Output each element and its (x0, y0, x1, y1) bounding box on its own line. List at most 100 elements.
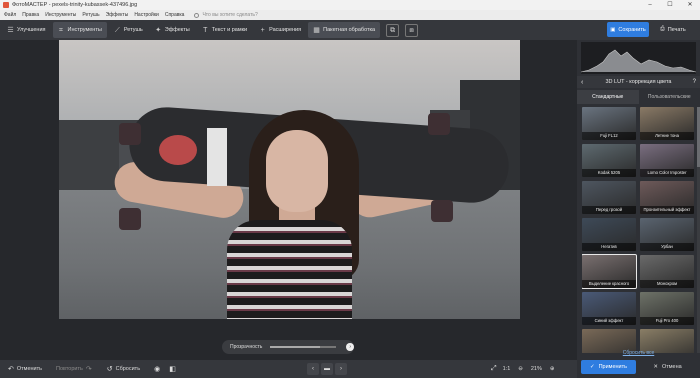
zoom-value: 21% (530, 366, 542, 372)
menu-help[interactable]: Справка (165, 10, 185, 20)
print-label: Печать (667, 26, 686, 33)
histogram-graph (581, 49, 696, 73)
lut-item-label: Монохром (640, 280, 694, 288)
lut-item-label: Негатив (582, 243, 636, 251)
menu-edit[interactable]: Правка (22, 10, 39, 20)
menu-search[interactable]: Что вы хотите сделать? (194, 10, 258, 20)
main-toolbar: ☰ Улучшения ⌗ Инструменты ⟋ Ретушь ✦ Эфф… (0, 20, 700, 40)
lut-item[interactable]: Kodak 5205 (582, 144, 636, 177)
folder-button[interactable]: ▬ (321, 363, 333, 375)
brush-icon: ⟋ (114, 26, 120, 34)
undo-icon: ↶ (8, 366, 14, 373)
preview-eye-icon[interactable]: ◉ (154, 365, 163, 373)
lut-item[interactable]: Пронзительный эффект (640, 181, 694, 214)
menu-settings[interactable]: Настройки (134, 10, 159, 20)
redo-button[interactable]: Повторить ↷ (56, 365, 95, 373)
photo-wheel-1 (119, 123, 141, 145)
opacity-toggle-icon[interactable]: › (346, 343, 354, 351)
photo-face (266, 130, 328, 212)
next-image-button[interactable]: › (335, 363, 347, 375)
ratio-button[interactable]: 1:1 (503, 366, 511, 372)
menu-effects[interactable]: Эффекты (106, 10, 129, 20)
cancel-button[interactable]: ✕ Отмена (640, 360, 695, 374)
lut-item[interactable]: Негатив (582, 218, 636, 251)
tab-standard[interactable]: Стандартные (577, 90, 639, 104)
panel-title: 3D LUT - коррекция цвета (605, 79, 672, 85)
apply-button[interactable]: ✓ Применить (581, 360, 636, 374)
zoom-controls: ⤢ 1:1 ⊖ 21% ⊕ (491, 360, 555, 378)
batch-icon: ▦ (313, 26, 320, 34)
menu-file[interactable]: Файл (4, 10, 16, 20)
effects-tab[interactable]: ✦ Эффекты (150, 22, 195, 38)
help-icon[interactable]: ? (693, 79, 696, 85)
retouch-tab[interactable]: ⟋ Ретушь (109, 22, 148, 38)
sliders-icon: ☰ (7, 26, 14, 34)
lut-tabs: Стандартные Пользовательские (577, 90, 700, 104)
print-button[interactable]: ⎙ Печать (654, 22, 692, 37)
text-frames-tab[interactable]: T Текст и рамки (197, 22, 252, 38)
tab-custom[interactable]: Пользовательские (639, 90, 700, 104)
history-icon[interactable]: ⧈ (405, 23, 419, 37)
photo-sticker-exit (207, 128, 227, 186)
window-title: ФотоМАСТЕР - pexels-trinity-kubassek-437… (12, 2, 138, 8)
lut-item[interactable]: Fuji Pro 400 (640, 292, 694, 325)
lut-item[interactable]: Выделение красного (582, 254, 637, 289)
photo-wheel-4 (431, 200, 453, 222)
close-x-icon: ✕ (653, 364, 658, 370)
minimize-button[interactable]: – (640, 0, 660, 10)
lut-item[interactable]: Синий эффект (582, 292, 636, 325)
fit-screen-icon[interactable]: ⤢ (491, 365, 497, 373)
lut-grid: Fuji FL12 Летние тона Kodak 5205 Lomo Color… (582, 107, 696, 353)
lut-item[interactable]: Монохром (640, 255, 694, 288)
tools-tab-label: Инструменты (67, 27, 102, 33)
eye-icon: ◉ (154, 366, 161, 373)
reset-all-link[interactable]: Сбросить все (577, 350, 700, 358)
undo-button[interactable]: ↶ Отменить (8, 365, 42, 373)
save-icon: ▣ (610, 26, 616, 33)
zoom-in-icon[interactable]: ⊕ (550, 366, 555, 372)
opacity-control: Прозрачность › (222, 340, 354, 354)
reset-button[interactable]: ↺ Сбросить (107, 365, 140, 373)
batch-tab-label: Пакетная обработка (323, 27, 376, 33)
magic-wand-icon: ✦ (155, 26, 162, 34)
check-icon: ✓ (589, 364, 595, 370)
lut-item[interactable]: Перед грозой (582, 181, 636, 214)
photo-canvas[interactable] (59, 40, 520, 319)
undo-label: Отменить (16, 366, 43, 372)
lut-item-label: Lomo Color Imposter (640, 169, 694, 177)
menu-retouch[interactable]: Ретушь (82, 10, 99, 20)
lut-item-label: Летние тона (640, 132, 694, 140)
enhance-tab[interactable]: ☰ Улучшения (2, 22, 51, 38)
effects-tab-label: Эффекты (164, 27, 190, 33)
close-button[interactable]: ✕ (680, 0, 700, 10)
extensions-tab[interactable]: + Расширения (254, 22, 306, 38)
text-frames-tab-label: Текст и рамки (211, 27, 248, 33)
photo-wheel-2 (119, 208, 141, 230)
lut-item-label: Выделение красного (582, 280, 636, 288)
menu-tools[interactable]: Инструменты (45, 10, 76, 20)
lut-item[interactable]: Летние тона (640, 107, 694, 140)
tools-tab[interactable]: ⌗ Инструменты (52, 22, 107, 38)
back-arrow-icon[interactable]: ‹ (581, 79, 583, 86)
opacity-slider[interactable] (270, 346, 337, 348)
maximize-button[interactable]: ☐ (660, 0, 680, 10)
histogram (581, 42, 696, 74)
prev-image-button[interactable]: ‹ (307, 363, 319, 375)
lut-item[interactable]: Lomo Color Imposter (640, 144, 694, 177)
before-after-icon[interactable]: ◧ (169, 365, 179, 373)
save-button[interactable]: ▣ Сохранить (607, 22, 649, 37)
lut-item-label: Урбан (640, 243, 694, 251)
redo-icon: ↷ (85, 366, 92, 373)
crop-icon: ⌗ (59, 26, 63, 34)
app-logo-icon (3, 2, 9, 8)
retouch-tab-label: Ретушь (123, 27, 143, 33)
lut-item[interactable]: Урбан (640, 218, 694, 251)
menu-bar: Файл Правка Инструменты Ретушь Эффекты Н… (0, 10, 700, 20)
photo-striped-top (227, 220, 352, 319)
zoom-out-icon[interactable]: ⊖ (518, 366, 523, 372)
compare-icon[interactable]: ⧉ (386, 23, 400, 37)
lut-item-label: Перед грозой (582, 206, 636, 214)
batch-tab[interactable]: ▦ Пакетная обработка (308, 22, 381, 38)
histogram-curve (581, 49, 696, 73)
lut-item[interactable]: Fuji FL12 (582, 107, 636, 140)
